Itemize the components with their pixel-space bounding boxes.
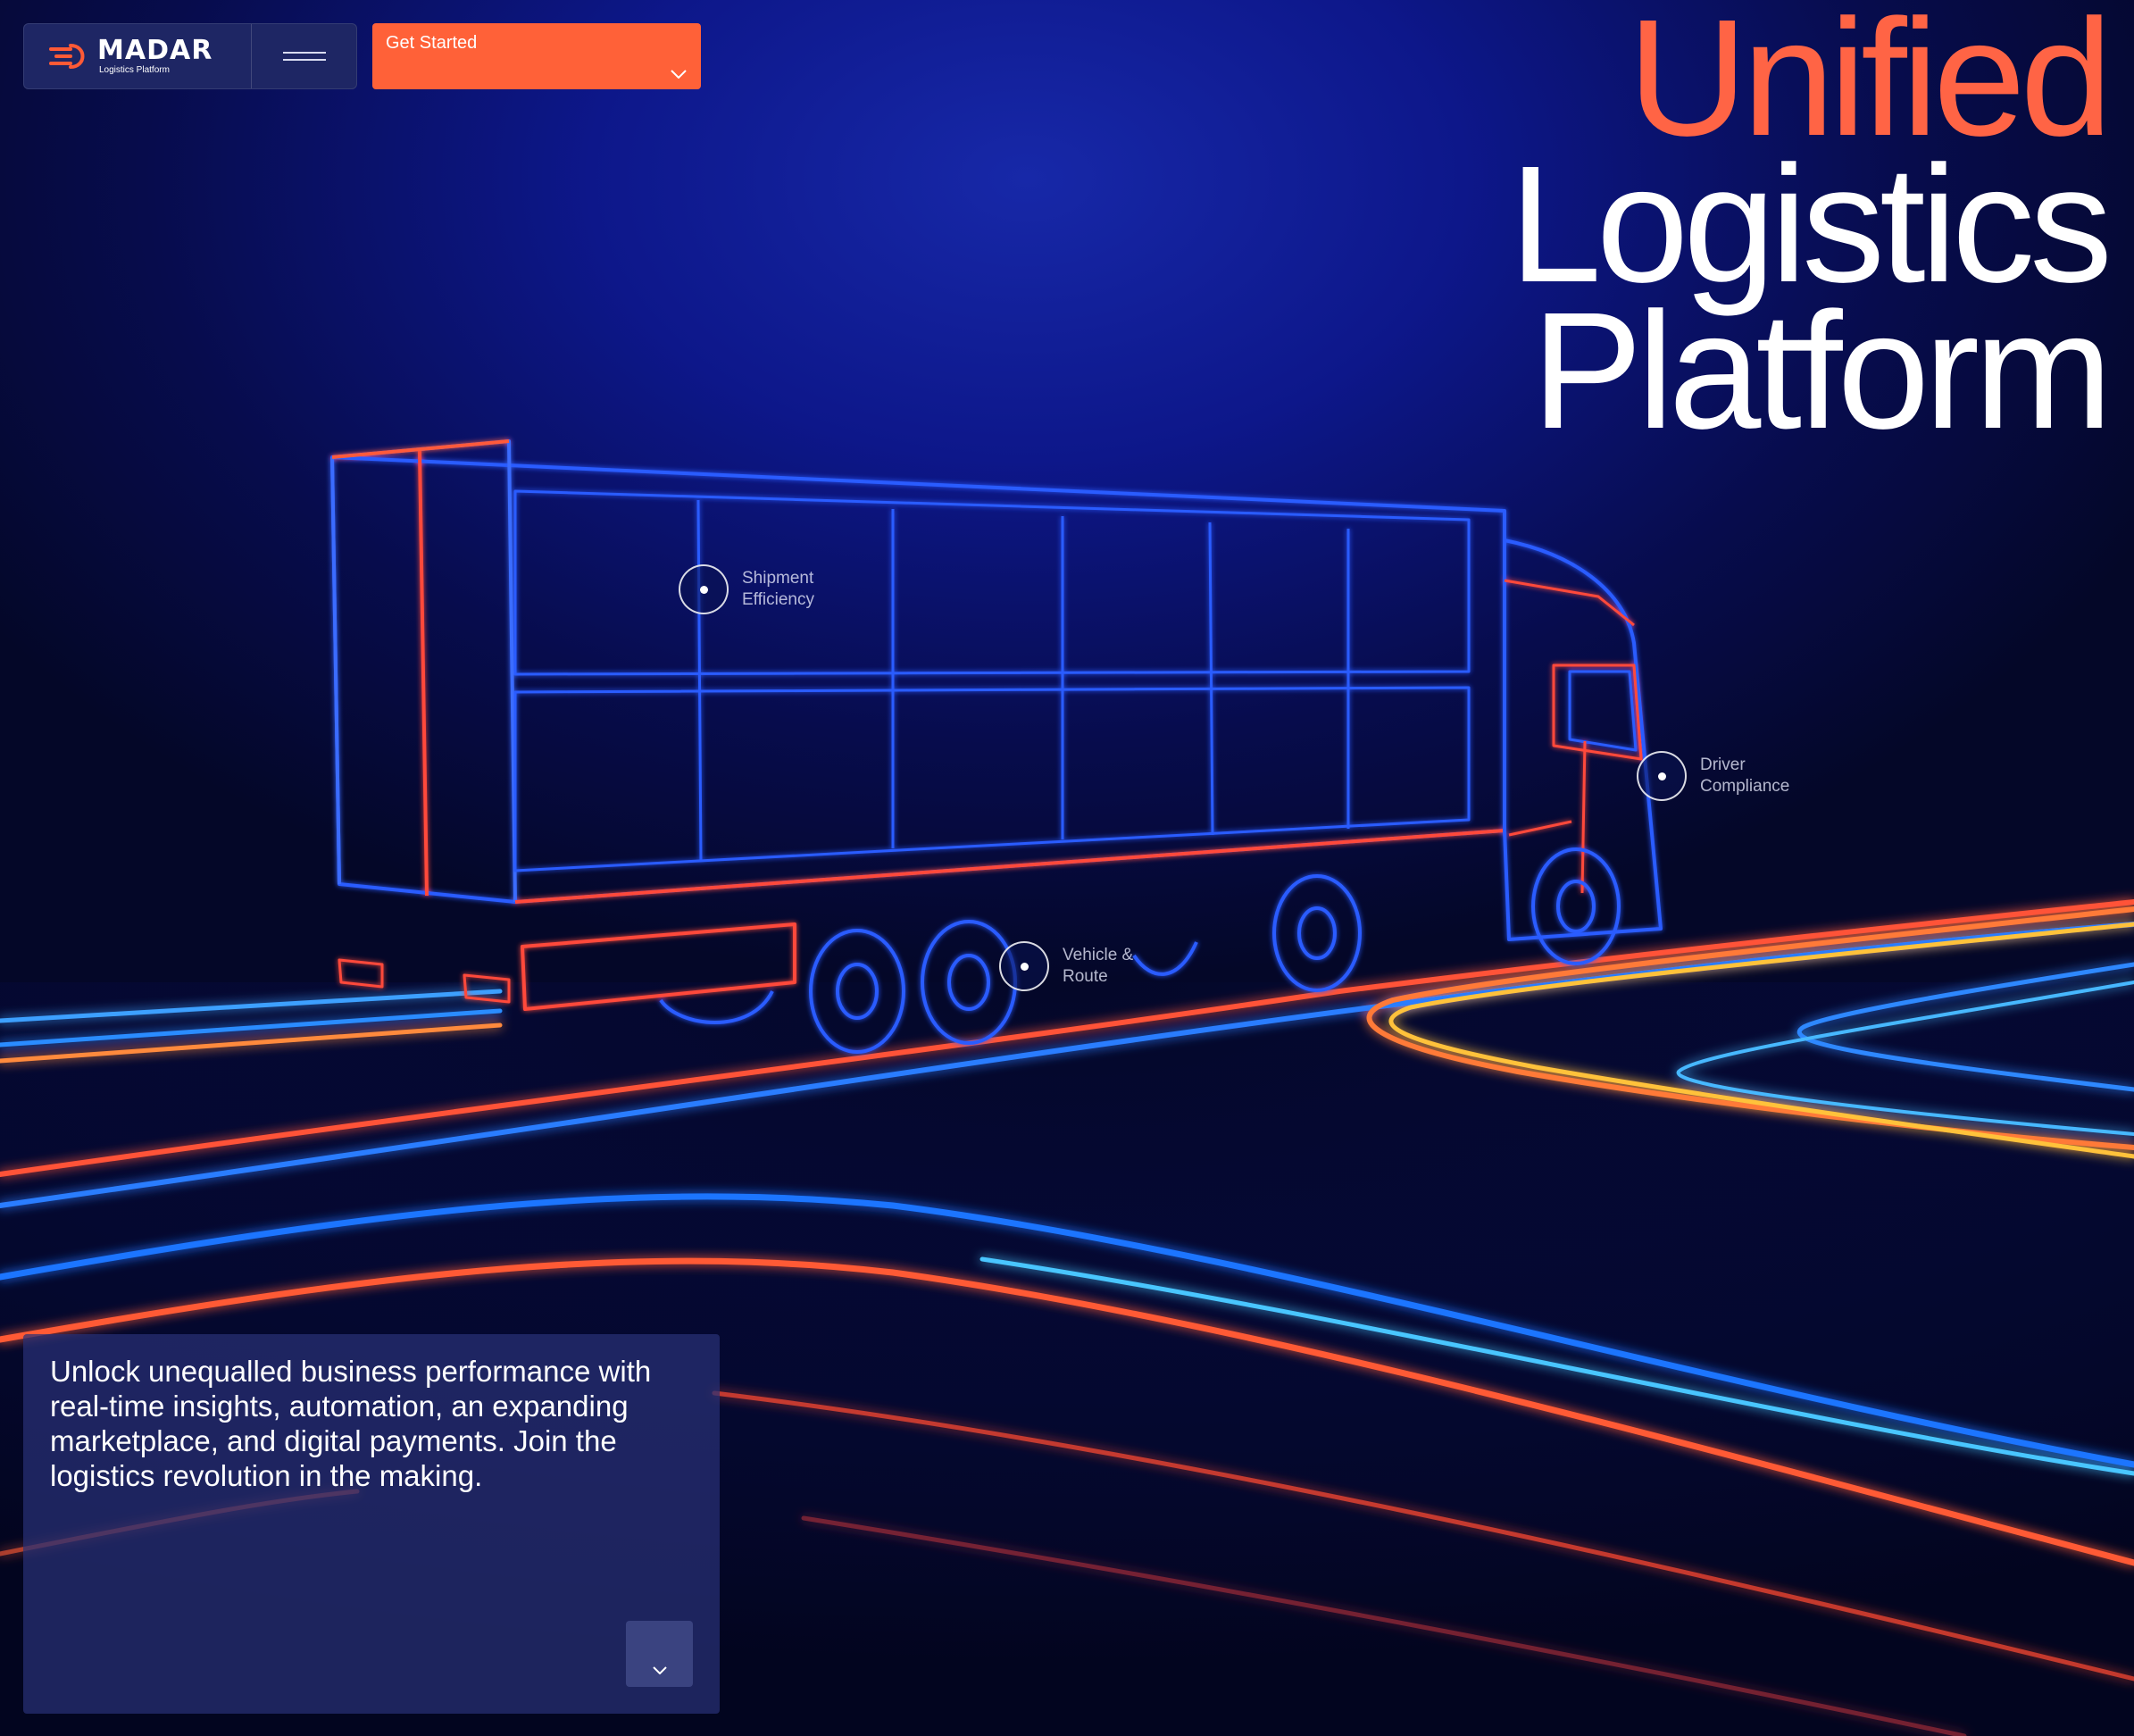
hotspot-label: Shipment Efficiency: [742, 569, 814, 609]
hotspot-vehicle-route[interactable]: Vehicle & Route: [999, 941, 1161, 991]
brand-nav-box: MADAR Logistics Platform: [23, 23, 357, 89]
chevron-down-icon: [653, 1666, 667, 1674]
hotspot-label: Driver Compliance: [1700, 755, 1790, 796]
intro-text: Unlock unequalled business performance w…: [50, 1355, 652, 1492]
logo[interactable]: MADAR Logistics Platform: [24, 24, 252, 88]
hero-headline: Unified Logistics Platform: [1509, 0, 2113, 463]
brand-tagline: Logistics Platform: [99, 65, 170, 75]
hotspot-dot-icon: [679, 564, 729, 614]
brand-name: MADAR: [97, 35, 213, 66]
trailer-panels: [513, 489, 1471, 872]
get-started-label: Get Started: [386, 33, 478, 53]
headline-line-logistics: Logistics: [1509, 132, 2113, 317]
madar-logo-icon: [49, 44, 85, 69]
scroll-down-button[interactable]: [626, 1621, 693, 1687]
menu-button[interactable]: [252, 24, 356, 88]
trailer-outline: [330, 455, 1506, 904]
hotspot-driver-compliance[interactable]: Driver Compliance: [1637, 751, 1825, 801]
hotspot-label: Vehicle & Route: [1063, 946, 1134, 986]
hotspot-dot-icon: [999, 941, 1049, 991]
headline-line-unified: Unified: [1628, 0, 2113, 171]
cab-window-inner: [1568, 670, 1638, 752]
headline-line-platform: Platform: [1531, 279, 2113, 463]
chevron-down-icon: [671, 70, 687, 79]
trailer-rear-edge: [418, 450, 429, 897]
trailer-floor: [514, 829, 1505, 904]
hotspot-dot-icon: [1637, 751, 1687, 801]
hero-stage: MADAR Logistics Platform Get Started Uni…: [0, 0, 2134, 1736]
intro-card: Unlock unequalled business performance w…: [23, 1334, 720, 1714]
hamburger-menu-icon: [282, 51, 326, 62]
trailer-dividers: [696, 499, 1350, 863]
hotspot-shipment-efficiency[interactable]: Shipment Efficiency: [679, 564, 867, 614]
get-started-button[interactable]: Get Started: [372, 23, 701, 89]
